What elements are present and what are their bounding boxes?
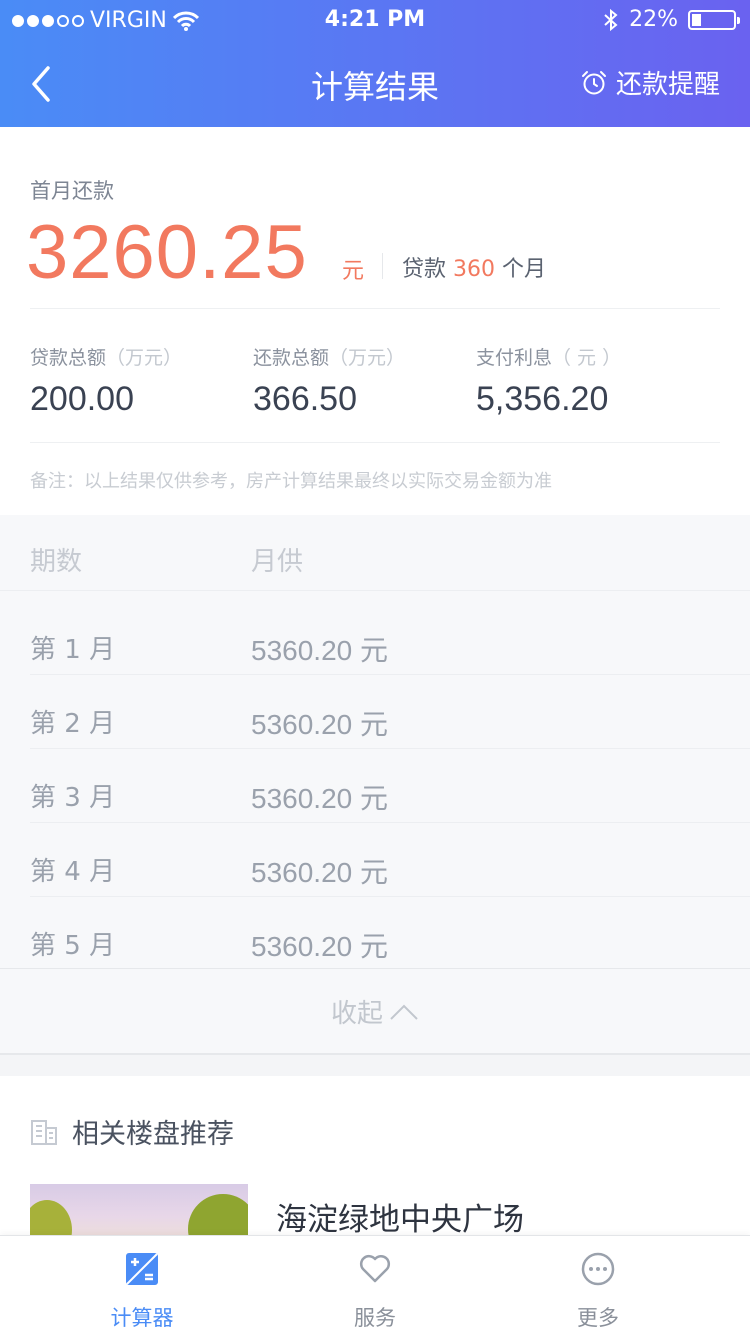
- heart-icon: [359, 1254, 391, 1283]
- result-summary: 首月还款 3260.25 元 贷款 360 个月 贷款总额（万元） 200.00…: [0, 127, 750, 515]
- recommend-title: 相关楼盘推荐: [72, 1119, 234, 1150]
- tab-bar: 计算器 服务 更多: [0, 1235, 750, 1334]
- first-month-amount: 3260.25: [26, 210, 308, 295]
- repayment-reminder-label: 还款提醒: [615, 70, 720, 100]
- nav-bar: 计算结果 还款提醒: [0, 40, 750, 127]
- more-icon: [581, 1252, 615, 1286]
- repayment-reminder-button[interactable]: 还款提醒: [580, 64, 720, 101]
- status-bar: VIRGIN 4:21 PM 22%: [0, 0, 750, 40]
- first-month-label: 首月还款: [30, 179, 114, 203]
- loan-term-months: 360: [453, 257, 496, 282]
- battery-icon: [688, 9, 740, 30]
- stat-unit: （万元）: [329, 347, 406, 369]
- loan-term: 贷款 360 个月: [402, 251, 546, 283]
- divider: [0, 1053, 750, 1055]
- property-name[interactable]: 海淀绿地中央广场: [276, 1194, 524, 1239]
- stat-value: 5,356.20: [476, 380, 609, 418]
- table-header: 期数 月供: [0, 515, 750, 591]
- row-payment: 5360.20 元: [251, 931, 388, 962]
- row-period: 第 1 月: [30, 635, 116, 665]
- tab-service[interactable]: 服务: [315, 1252, 435, 1332]
- tab-label: 更多: [577, 1306, 619, 1330]
- building-icon: [31, 1119, 57, 1145]
- divider: [30, 308, 720, 309]
- column-header-period: 期数: [30, 547, 83, 577]
- row-period: 第 4 月: [30, 857, 116, 887]
- tab-label: 计算器: [110, 1306, 174, 1330]
- row-payment: 5360.20 元: [251, 857, 388, 888]
- table-row: 第 4 月 5360.20 元: [0, 823, 750, 897]
- battery-percent: 22%: [629, 7, 678, 32]
- table-row: 第 2 月 5360.20 元: [0, 675, 750, 749]
- stat-label: 贷款总额: [30, 347, 107, 369]
- tab-label: 服务: [354, 1306, 396, 1330]
- column-header-payment: 月供: [251, 547, 304, 577]
- amount-unit: 元: [342, 259, 365, 284]
- bluetooth-icon: [604, 8, 618, 31]
- loan-term-suffix: 个月: [502, 257, 547, 282]
- recommend-header: 相关楼盘推荐: [30, 1112, 234, 1151]
- tab-more[interactable]: 更多: [538, 1252, 658, 1332]
- header: VIRGIN 4:21 PM 22% 计算结果 还款提醒: [0, 0, 750, 127]
- alarm-clock-icon: [581, 70, 606, 94]
- collapse-label: 收起: [330, 999, 383, 1029]
- stat-interest-paid: 支付利息（ 元 ） 5,356.20: [476, 343, 621, 419]
- row-period: 第 2 月: [30, 709, 116, 739]
- stat-loan-total: 贷款总额（万元） 200.00: [30, 343, 182, 419]
- tab-calculator[interactable]: 计算器: [82, 1252, 202, 1332]
- stat-label: 还款总额: [253, 347, 330, 369]
- status-right: 22%: [603, 7, 740, 32]
- chevron-up-icon: [390, 1004, 418, 1020]
- stat-repayment-total: 还款总额（万元） 366.50: [253, 343, 405, 419]
- table-row: 第 3 月 5360.20 元: [0, 749, 750, 823]
- row-period: 第 3 月: [30, 783, 116, 813]
- loan-term-prefix: 贷款: [402, 257, 447, 282]
- divider: [30, 442, 720, 443]
- stat-unit: （ 元 ）: [552, 347, 622, 369]
- row-period: 第 5 月: [30, 931, 116, 961]
- row-payment: 5360.20 元: [251, 783, 388, 814]
- row-payment: 5360.20 元: [251, 709, 388, 740]
- table-row: 第 5 月 5360.20 元: [0, 897, 750, 971]
- stat-value: 200.00: [30, 380, 134, 418]
- disclaimer-note: 备注：以上结果仅供参考，房产计算结果最终以实际交易金额为准: [30, 471, 552, 492]
- stat-unit: （万元）: [106, 347, 183, 369]
- row-payment: 5360.20 元: [251, 635, 388, 666]
- collapse-button[interactable]: 收起: [0, 968, 750, 1054]
- table-row: 第 1 月 5360.20 元: [0, 601, 750, 675]
- stat-value: 366.50: [253, 380, 357, 418]
- divider: [382, 253, 383, 279]
- stat-label: 支付利息: [476, 347, 553, 369]
- repayment-schedule-table: 期数 月供 第 1 月 5360.20 元 第 2 月 5360.20 元 第 …: [0, 515, 750, 1055]
- calculator-icon: [126, 1253, 158, 1285]
